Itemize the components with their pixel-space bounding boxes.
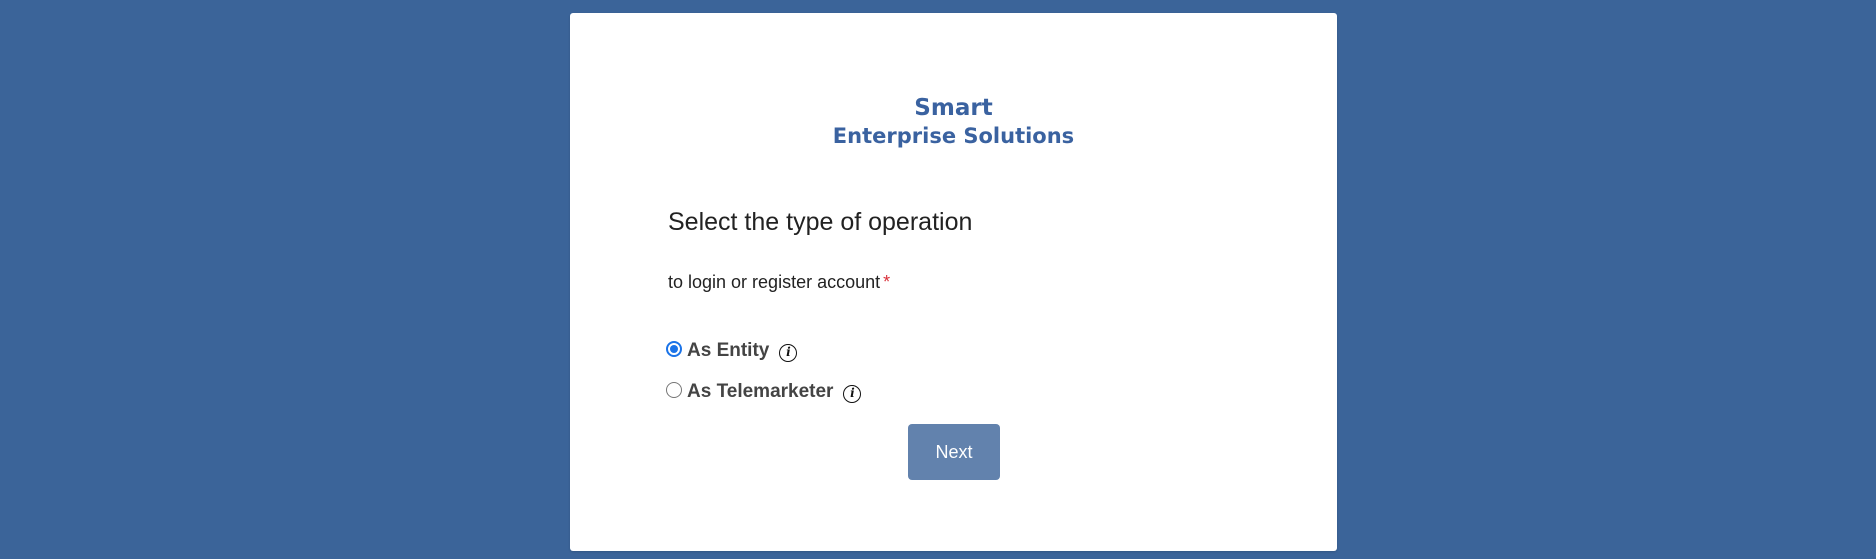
option-entity[interactable]: As Entity i — [666, 340, 798, 362]
page-title: Select the type of operation — [668, 208, 973, 236]
required-marker: * — [883, 272, 891, 292]
logo-line-smart: Smart — [914, 95, 993, 121]
field-label-text: to login or register account — [668, 272, 881, 292]
option-entity-label[interactable]: As Entity — [687, 340, 769, 362]
info-icon[interactable]: i — [779, 344, 798, 362]
login-type-card: Smart Enterprise Solutions Select the ty… — [570, 13, 1337, 551]
next-button[interactable]: Next — [908, 424, 1000, 480]
logo-line-enterprise-solutions: Enterprise Solutions — [832, 124, 1075, 148]
option-telemarketer-label[interactable]: As Telemarketer — [687, 381, 833, 403]
radio-telemarketer[interactable] — [666, 382, 682, 398]
field-label: to login or register account * — [668, 272, 890, 293]
option-telemarketer[interactable]: As Telemarketer i — [666, 381, 862, 403]
brand-logo: Smart Enterprise Solutions — [570, 94, 1337, 150]
info-icon[interactable]: i — [843, 385, 862, 403]
radio-entity[interactable] — [666, 341, 682, 357]
